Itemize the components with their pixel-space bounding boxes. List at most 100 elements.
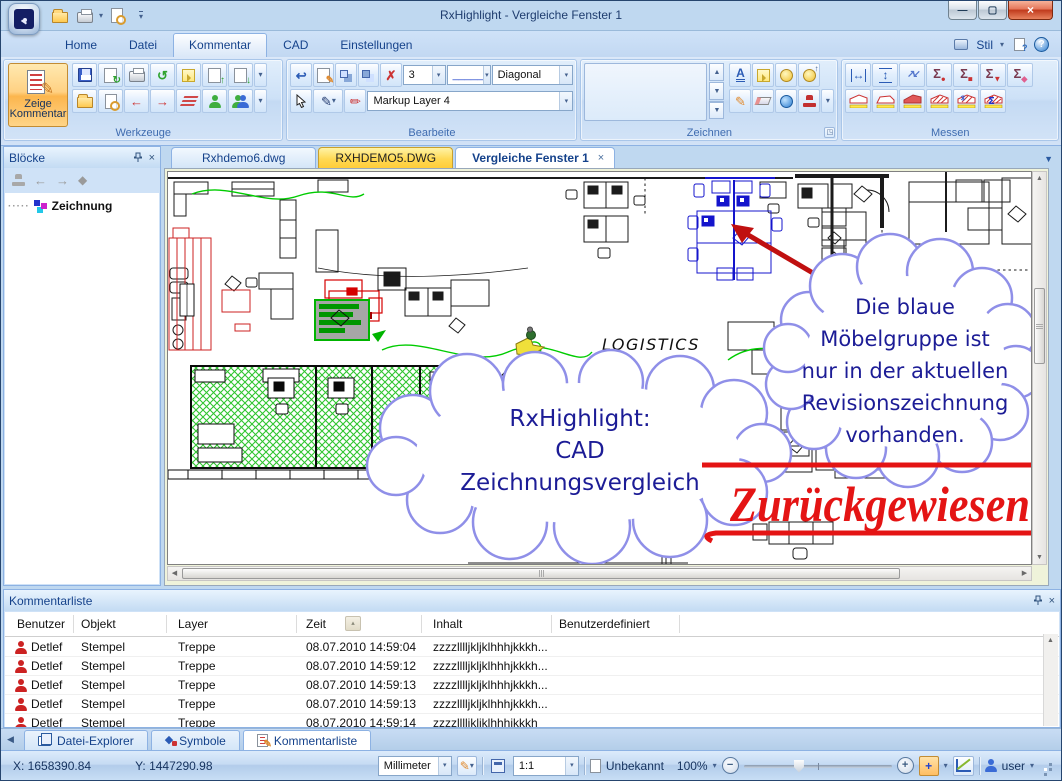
zoom-slider-thumb[interactable] <box>793 759 804 773</box>
comment-panel-close-icon[interactable]: × <box>1049 595 1055 607</box>
author-filter-button[interactable] <box>202 89 227 113</box>
sum-square-button[interactable]: Σ■ <box>953 63 980 87</box>
horizontal-scrollbar[interactable]: ◀ ▶ <box>167 566 1032 581</box>
scroll-down-arrow[interactable]: ▼ <box>1033 551 1046 564</box>
doc-tab-rxhdemo5[interactable]: RXHDEMO5.DWG <box>318 147 454 168</box>
cad-canvas[interactable]: LOGISTICS RxHighlight: CAD Zeichnungsver… <box>167 171 1032 565</box>
text-tool-button[interactable]: A <box>729 63 752 87</box>
next-comment-button[interactable]: → <box>150 89 175 113</box>
blocks-close-icon[interactable]: × <box>149 152 155 164</box>
doc-tab-list-dropdown[interactable]: ▼ <box>1044 155 1061 164</box>
zoom-dropdown[interactable]: ▾ <box>713 761 717 770</box>
measure-vertical-button[interactable]: ↕ <box>872 63 899 87</box>
markup-file-dropdown[interactable]: ▾ <box>254 63 267 87</box>
zeichnen-dialog-launcher[interactable]: ◳ <box>824 127 836 138</box>
scroll-left-arrow[interactable]: ◀ <box>168 567 181 580</box>
help-button[interactable]: ? <box>1034 37 1049 52</box>
tab-datei-explorer[interactable]: Datei-Explorer <box>24 730 148 750</box>
previous-comment-button[interactable]: ← <box>124 89 149 113</box>
block-next-icon[interactable]: → <box>56 174 69 187</box>
app-menu-orb[interactable] <box>8 3 40 35</box>
close-button[interactable]: × <box>1008 1 1053 20</box>
area-outline-button[interactable] <box>845 89 872 113</box>
measure-diagonal-button[interactable]: ↗↙ <box>899 63 926 87</box>
print-comment-button[interactable] <box>124 63 149 87</box>
tab-scroll-left[interactable]: ◀ <box>7 735 21 744</box>
delete-markup-button[interactable]: ✗ <box>380 63 402 87</box>
review-document-button[interactable] <box>98 89 123 113</box>
scale-calc-button[interactable] <box>488 756 508 776</box>
markup-history-button[interactable]: ↺ <box>150 63 175 87</box>
marker-button[interactable]: ✎ <box>344 89 367 113</box>
sum-triangle-button[interactable]: Σ▼ <box>980 63 1007 87</box>
edit-note-button[interactable]: ✎ <box>312 63 335 87</box>
hyperlink-button[interactable] <box>775 89 798 113</box>
ortho-button[interactable] <box>952 755 974 776</box>
tab-kommentarliste[interactable]: ✎ Kommentarliste <box>242 730 372 750</box>
undo-button[interactable]: ↩ <box>290 63 312 87</box>
zoom-slider[interactable] <box>743 759 892 773</box>
table-row[interactable]: Detlef Stempel Treppe 08.07.2010 14:59:1… <box>5 695 1059 714</box>
area-hatched-star-button[interactable] <box>953 89 980 113</box>
freehand-draw-button[interactable]: ✎ <box>729 89 752 113</box>
gallery-up-button[interactable]: ▲ <box>709 63 725 81</box>
sum-diamond-button[interactable]: Σ◆ <box>1007 63 1034 87</box>
tab-symbole[interactable]: ◆ Symbole <box>150 730 240 750</box>
hatch-style-combo[interactable]: Diagonal ▾ <box>491 65 574 85</box>
table-row[interactable]: Detlef Stempel Treppe 08.07.2010 14:59:1… <box>5 714 1059 727</box>
line-width-combo[interactable]: 3 ▾ <box>402 65 446 85</box>
hscroll-thumb[interactable] <box>182 568 900 579</box>
draw-style-button[interactable]: ✎ ▾ <box>313 89 344 113</box>
tab-kommentar[interactable]: Kommentar <box>173 33 268 57</box>
authors-dropdown[interactable]: ▾ <box>254 89 267 113</box>
pin-icon[interactable] <box>1033 595 1043 606</box>
authors-button[interactable] <box>228 89 253 113</box>
table-row[interactable]: Detlef Stempel Treppe 08.07.2010 14:59:1… <box>5 657 1059 676</box>
gallery-more-button[interactable]: ▼ <box>709 101 725 119</box>
sum-circle-button[interactable]: Σ● <box>926 63 953 87</box>
col-inhalt[interactable]: Inhalt <box>433 617 462 631</box>
lamp-up-button[interactable]: ↑ <box>798 63 821 87</box>
zeige-kommentar-button[interactable]: ✎ Zeige Kommentar <box>8 63 68 127</box>
paste-markup-button[interactable] <box>176 63 201 87</box>
sort-indicator-icon[interactable]: ▴ <box>345 616 361 631</box>
col-layer[interactable]: Layer <box>178 617 208 631</box>
tree-item-zeichnung[interactable]: ····· Zeichnung <box>8 199 156 213</box>
block-stamp-icon[interactable] <box>12 174 25 186</box>
maximize-button[interactable]: ▢ <box>978 1 1007 20</box>
note-tool-button[interactable] <box>752 63 775 87</box>
markup-file-down-button[interactable]: ↓ <box>228 63 253 87</box>
col-benutzerdefiniert[interactable]: Benutzerdefiniert <box>559 617 650 631</box>
scroll-right-arrow[interactable]: ▶ <box>1018 567 1031 580</box>
stamp-tool-button[interactable] <box>798 89 821 113</box>
send-backward-button[interactable] <box>357 63 380 87</box>
doc-tab-vergleiche[interactable]: Vergleiche Fenster 1 × <box>455 147 616 168</box>
area-hatched-button[interactable] <box>926 89 953 113</box>
col-objekt[interactable]: Objekt <box>81 617 116 631</box>
pin-icon[interactable] <box>133 152 143 163</box>
snap-dropdown[interactable]: ▾ <box>944 761 948 770</box>
markup-layers-button[interactable] <box>176 89 201 113</box>
vscroll-thumb[interactable] <box>1034 288 1045 364</box>
select-tool-button[interactable] <box>290 89 313 113</box>
stamp-dropdown[interactable]: ▾ <box>821 89 835 113</box>
resize-grip[interactable] <box>1041 760 1053 772</box>
line-style-combo[interactable]: _____ ▾ <box>446 65 491 85</box>
eraser-button[interactable] <box>752 89 775 113</box>
zoom-in-button[interactable]: + <box>896 757 914 774</box>
zoom-out-button[interactable]: − <box>721 757 739 774</box>
minimize-button[interactable]: — <box>948 1 977 20</box>
user-dropdown[interactable]: ▾ <box>1030 761 1034 770</box>
export-markup-button[interactable] <box>72 89 97 113</box>
block-insert-icon[interactable]: ◆ <box>78 174 87 186</box>
block-prev-icon[interactable]: ← <box>34 174 47 187</box>
comment-scrollbar[interactable]: ▲ <box>1043 634 1058 726</box>
scale-combo[interactable]: 1:1 ▾ <box>512 755 579 776</box>
comment-scroll-up[interactable]: ▲ <box>1044 634 1057 647</box>
markup-file-up-button[interactable]: ↑ <box>202 63 227 87</box>
pen-settings-button[interactable]: ✎ ▾ <box>456 755 477 776</box>
doc-tab-rxhdemo6[interactable]: Rxhdemo6.dwg <box>171 147 317 168</box>
col-zeit[interactable]: Zeit <box>306 617 326 631</box>
table-row[interactable]: Detlef Stempel Treppe 08.07.2010 14:59:1… <box>5 676 1059 695</box>
table-row[interactable]: Detlef Stempel Treppe 08.07.2010 14:59:0… <box>5 638 1059 657</box>
